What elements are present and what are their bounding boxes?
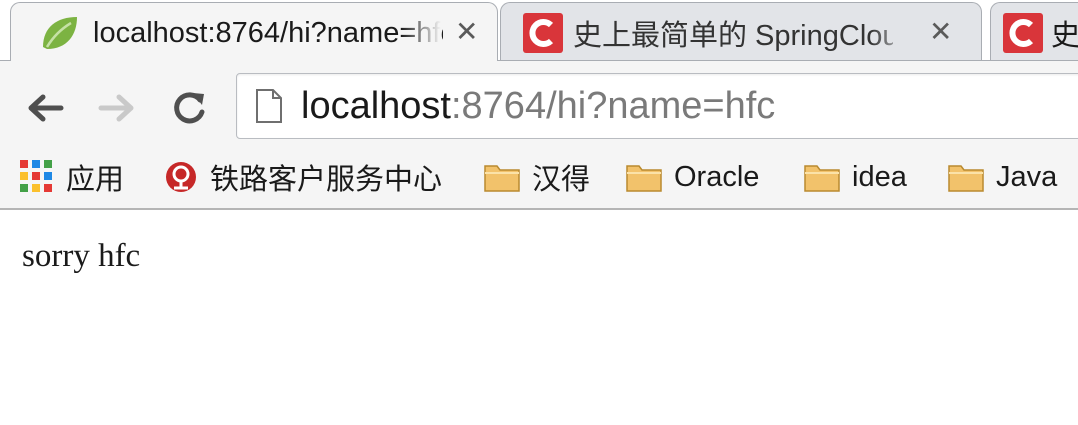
toolbar: localhost:8764/hi?name=hfc bbox=[0, 60, 1078, 153]
tab-strip: 史 史上最简单的 SpringCloud ✕ localhost:8764/hi… bbox=[0, 0, 1078, 62]
page-body-text: sorry hfc bbox=[22, 238, 141, 274]
reload-icon[interactable] bbox=[166, 85, 212, 131]
csdn-icon bbox=[1003, 13, 1043, 53]
bookmark-label: 汉得 bbox=[532, 164, 591, 196]
bookmark-folder-idea[interactable]: idea bbox=[804, 152, 907, 202]
forward-arrow-icon[interactable] bbox=[94, 85, 140, 131]
bookmark-folder-java[interactable]: Java bbox=[948, 152, 1057, 202]
railway-logo-icon bbox=[164, 160, 198, 194]
tab-1[interactable]: localhost:8764/hi?name=hfc ✕ bbox=[10, 2, 498, 61]
url-path: :8764/hi?name=hfc bbox=[450, 85, 776, 127]
page-icon bbox=[255, 88, 283, 128]
bookmark-label: Java bbox=[996, 160, 1058, 193]
tab-fade bbox=[871, 13, 911, 57]
folder-icon bbox=[626, 162, 662, 192]
url-text[interactable]: localhost:8764/hi?name=hfc bbox=[301, 84, 775, 128]
spring-leaf-icon bbox=[39, 13, 81, 53]
page-content: sorry hfc bbox=[0, 210, 1078, 425]
bookmark-folder-hand[interactable]: 汉得 bbox=[484, 152, 590, 202]
url-host: localhost bbox=[301, 85, 451, 127]
bookmark-label: 应用 bbox=[66, 164, 125, 196]
bookmark-label: idea bbox=[852, 160, 907, 193]
tab-title: 史上最简单的 SpringCloud bbox=[573, 20, 893, 52]
tab-fade bbox=[401, 13, 441, 57]
tab-3[interactable]: 史 bbox=[990, 2, 1078, 61]
close-icon[interactable]: ✕ bbox=[929, 15, 952, 48]
csdn-icon bbox=[523, 13, 563, 53]
bookmark-folder-oracle[interactable]: Oracle bbox=[626, 152, 759, 202]
apps-grid-icon bbox=[20, 160, 54, 194]
folder-icon bbox=[804, 162, 840, 192]
bookmarks-bar: 应用 铁路客户服务中心 汉得 Oracle idea Java bbox=[0, 152, 1078, 210]
address-bar[interactable]: localhost:8764/hi?name=hfc bbox=[236, 73, 1078, 139]
bookmark-label: Oracle bbox=[674, 160, 760, 193]
folder-icon bbox=[484, 162, 520, 192]
close-icon[interactable]: ✕ bbox=[455, 15, 478, 48]
folder-icon bbox=[948, 162, 984, 192]
bookmark-label: 铁路客户服务中心 bbox=[210, 164, 443, 196]
bookmark-apps[interactable]: 应用 bbox=[20, 152, 124, 202]
bookmark-railway[interactable]: 铁路客户服务中心 bbox=[164, 152, 442, 202]
back-arrow-icon[interactable] bbox=[22, 85, 68, 131]
tab-2[interactable]: 史上最简单的 SpringCloud ✕ bbox=[500, 2, 982, 61]
tab-title: 史 bbox=[1051, 20, 1078, 52]
tab-title: localhost:8764/hi?name=hfc bbox=[93, 16, 443, 49]
